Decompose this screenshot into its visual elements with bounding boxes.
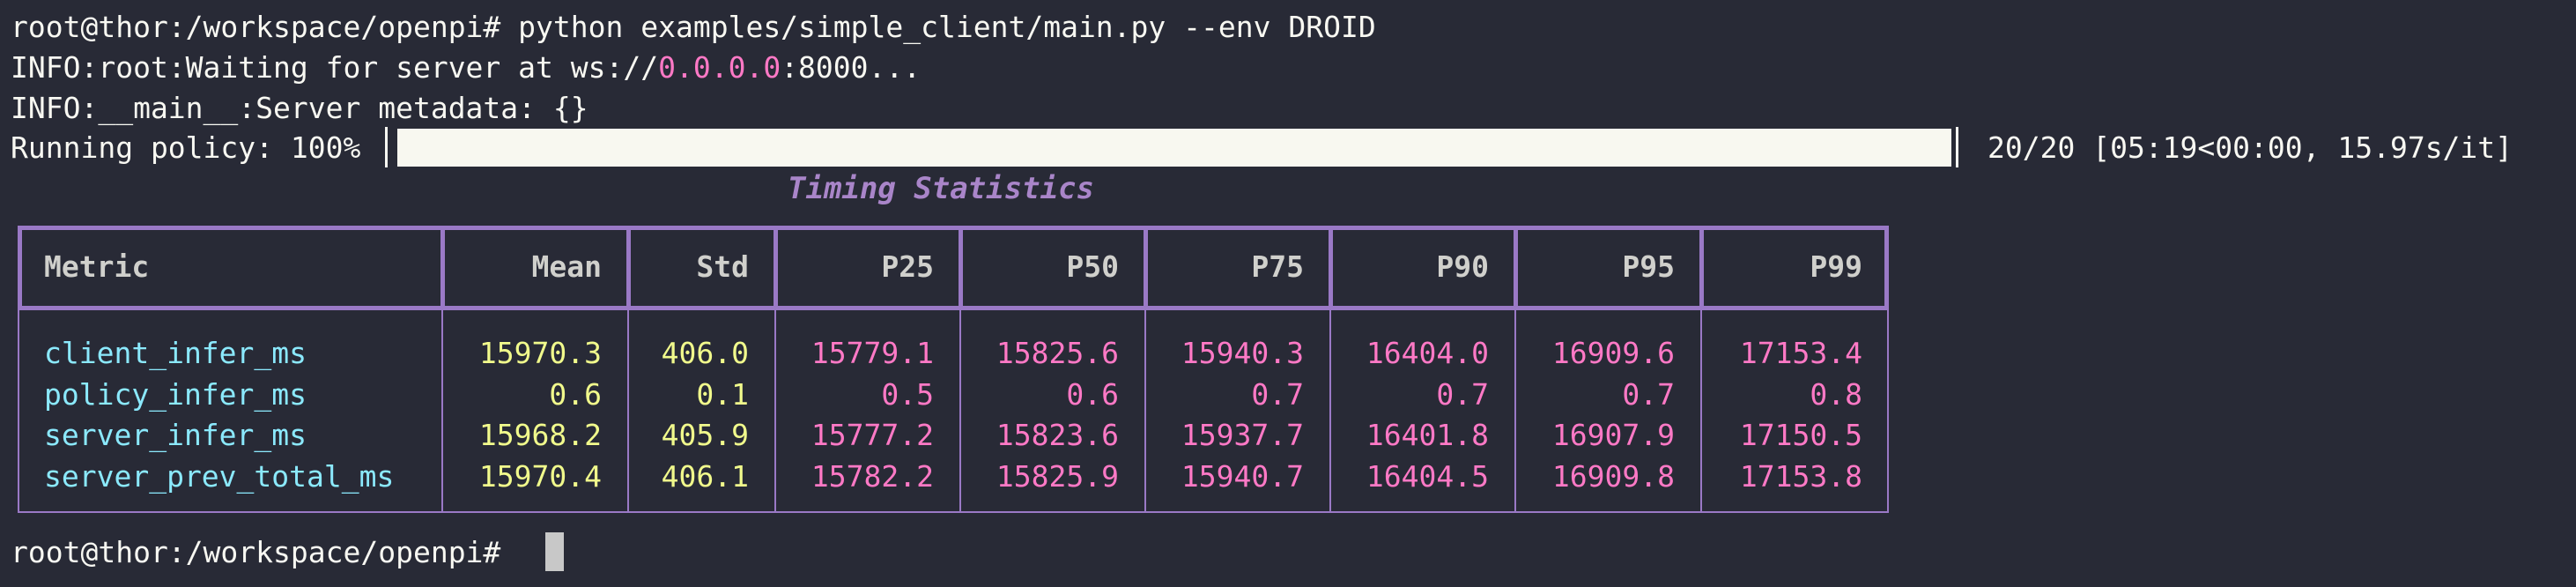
progress-status: 20/20 [05:19<00:00, 15.97s/it] [1988, 130, 2513, 165]
table-header-border [18, 226, 1889, 310]
value-p25: 15782.2 [811, 458, 934, 494]
body-column-separator [441, 310, 443, 513]
value-p99: 17153.8 [1739, 458, 1862, 494]
value-p25: 0.5 [881, 376, 934, 412]
value-p95: 16909.8 [1551, 458, 1675, 494]
value-p50: 15823.6 [996, 418, 1119, 452]
value-p50: 0.6 [1066, 376, 1119, 412]
value-p90: 16401.8 [1366, 418, 1489, 452]
header-column-separator [1699, 226, 1704, 310]
column-header-p99: P99 [1810, 249, 1862, 284]
value-p75: 15940.7 [1181, 458, 1304, 494]
metric-name: server_infer_ms [44, 418, 307, 452]
timing-statistics-table: Metric Mean Std P25 P50 P75 P90 P95 P99 client_in… [18, 226, 1889, 513]
table-title: Timing Statistics [788, 171, 1094, 206]
shell-prompt: root@thor:/workspace/openpi# [11, 10, 519, 44]
value-p25: 15779.1 [811, 336, 934, 370]
value-std: 406.1 [661, 458, 749, 494]
column-header-mean: Mean [531, 249, 602, 284]
progress-left-separator [385, 127, 388, 167]
value-p95: 16909.6 [1551, 336, 1675, 370]
value-p90: 0.7 [1436, 376, 1489, 412]
value-p90: 16404.0 [1366, 336, 1489, 370]
metric-name: server_prev_total_ms [44, 458, 395, 494]
progress-label: Running policy: 100% [11, 130, 361, 165]
header-column-separator [1144, 226, 1148, 310]
value-p75: 15940.3 [1181, 336, 1304, 370]
terminal-window[interactable]: root@thor:/workspace/openpi# python exam… [0, 0, 2576, 587]
progress-bar [397, 129, 1951, 167]
info-waiting-line: INFO:root:Waiting for server at ws://0.0… [11, 48, 921, 88]
value-p99: 17153.4 [1739, 336, 1862, 370]
value-p95: 0.7 [1622, 376, 1675, 412]
header-column-separator [626, 226, 631, 310]
header-column-separator [774, 226, 778, 310]
header-column-separator [1329, 226, 1333, 310]
column-header-metric: Metric [44, 249, 150, 284]
body-column-separator [1514, 310, 1516, 513]
value-p50: 15825.6 [996, 336, 1119, 370]
column-header-p95: P95 [1622, 249, 1675, 284]
header-column-separator [440, 226, 445, 310]
wait-prefix: INFO:root:Waiting for server at ws:// [11, 50, 659, 85]
value-p95: 16907.9 [1551, 418, 1675, 452]
header-column-separator [1514, 226, 1518, 310]
info-metadata-line: INFO:__main__:Server metadata: {} [11, 91, 588, 125]
body-column-separator [959, 310, 961, 513]
metric-name: policy_infer_ms [44, 376, 307, 412]
column-header-p75: P75 [1251, 249, 1304, 284]
value-p25: 15777.2 [811, 418, 934, 452]
body-column-separator [1700, 310, 1702, 513]
value-std: 405.9 [661, 418, 749, 452]
body-column-separator [627, 310, 629, 513]
value-p90: 16404.5 [1366, 458, 1489, 494]
column-header-p50: P50 [1066, 249, 1119, 284]
command-text: python examples/simple_client/main.py --… [518, 10, 1376, 44]
value-p99: 17150.5 [1739, 418, 1862, 452]
final-prompt: root@thor:/workspace/openpi# [11, 535, 519, 569]
value-mean: 15968.2 [478, 418, 602, 452]
value-mean: 0.6 [549, 376, 602, 412]
terminal-cursor[interactable] [545, 532, 564, 571]
header-column-separator [959, 226, 963, 310]
value-std: 0.1 [696, 376, 749, 412]
value-mean: 15970.4 [478, 458, 602, 494]
body-column-separator [1144, 310, 1146, 513]
command-line: root@thor:/workspace/openpi# python exam… [11, 7, 1376, 48]
progress-right-separator [1956, 127, 1958, 167]
value-std: 406.0 [661, 336, 749, 370]
wait-suffix: :8000... [781, 50, 922, 85]
column-header-p25: P25 [881, 249, 934, 284]
value-mean: 15970.3 [478, 336, 602, 370]
value-p50: 15825.9 [996, 458, 1119, 494]
column-header-std: Std [696, 249, 749, 284]
value-p99: 0.8 [1810, 376, 1862, 412]
value-p75: 15937.7 [1181, 418, 1304, 452]
body-column-separator [774, 310, 776, 513]
metric-name: client_infer_ms [44, 336, 307, 370]
body-column-separator [1329, 310, 1331, 513]
column-header-p90: P90 [1436, 249, 1489, 284]
value-p75: 0.7 [1251, 376, 1304, 412]
server-host: 0.0.0.0 [658, 50, 781, 85]
